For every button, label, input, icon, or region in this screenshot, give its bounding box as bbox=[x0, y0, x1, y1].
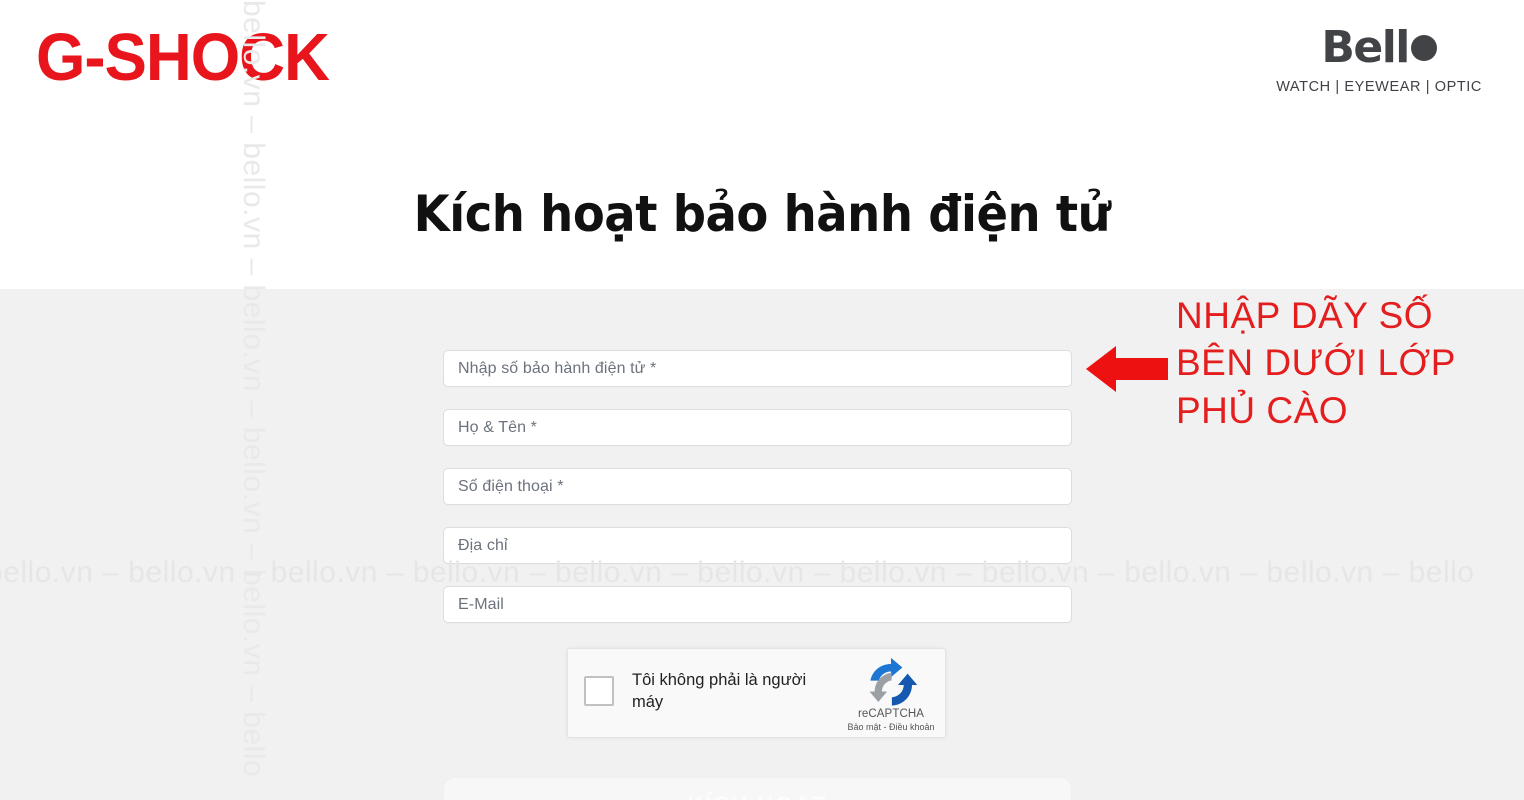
warranty-form: Nhập số bảo hành điện tử * Họ & Tên * Số… bbox=[443, 350, 1072, 645]
gshock-logo: G-SHOCK bbox=[36, 19, 330, 95]
recaptcha-checkbox[interactable] bbox=[584, 676, 614, 706]
bello-wordmark: Bell bbox=[1276, 26, 1482, 70]
activate-button[interactable]: KÍCH HOẠT bbox=[443, 777, 1072, 800]
annotation-line-2: BÊN DƯỚI LỚP bbox=[1176, 342, 1456, 384]
annotation-line-1: NHẬP DÃY SỐ bbox=[1176, 295, 1434, 336]
phone-placeholder: Số điện thoại * bbox=[458, 477, 564, 495]
page-title: Kích hoạt bảo hành điện tử bbox=[413, 185, 1111, 243]
bello-dot-icon bbox=[1410, 35, 1437, 61]
recaptcha-logo-icon bbox=[869, 657, 918, 706]
recaptcha-widget[interactable]: Tôi không phải là người máy reCAPTCHA Bả… bbox=[567, 648, 946, 738]
annotation-line-3: PHỦ CÀO bbox=[1176, 389, 1349, 431]
recaptcha-brand-name: reCAPTCHA bbox=[857, 708, 925, 720]
recaptcha-legal-links[interactable]: Bảo mật - Điều khoản bbox=[847, 722, 935, 732]
red-arrow-icon bbox=[1086, 346, 1168, 392]
warranty-number-placeholder: Nhập số bảo hành điện tử * bbox=[458, 359, 657, 377]
bello-logo: Bell WATCH | EYEWEAR | OPTIC bbox=[1276, 26, 1482, 96]
bello-tagline: WATCH | EYEWEAR | OPTIC bbox=[1276, 79, 1482, 95]
full-name-input[interactable]: Họ & Tên * bbox=[443, 409, 1072, 446]
email-placeholder: E-Mail bbox=[458, 595, 504, 613]
instruction-annotation: NHẬP DÃY SỐ BÊN DƯỚI LỚP PHỦ CÀO bbox=[1176, 292, 1516, 434]
warranty-number-input[interactable]: Nhập số bảo hành điện tử * bbox=[443, 350, 1072, 387]
recaptcha-label: Tôi không phải là người máy bbox=[632, 671, 807, 711]
address-input[interactable]: Địa chỉ bbox=[443, 527, 1072, 564]
recaptcha-branding: reCAPTCHA Bảo mật - Điều khoản bbox=[847, 657, 935, 732]
email-input[interactable]: E-Mail bbox=[443, 586, 1072, 623]
phone-input[interactable]: Số điện thoại * bbox=[443, 468, 1072, 505]
activate-button-label: KÍCH HOẠT bbox=[687, 792, 827, 800]
full-name-placeholder: Họ & Tên * bbox=[458, 418, 537, 436]
address-placeholder: Địa chỉ bbox=[458, 536, 508, 554]
page-header: G-SHOCK Bell WATCH | EYEWEAR | OPTIC Kíc… bbox=[0, 0, 1524, 289]
warranty-activation-page: G-SHOCK Bell WATCH | EYEWEAR | OPTIC Kíc… bbox=[0, 0, 1524, 800]
bello-logo-text: Bell bbox=[1321, 22, 1410, 73]
